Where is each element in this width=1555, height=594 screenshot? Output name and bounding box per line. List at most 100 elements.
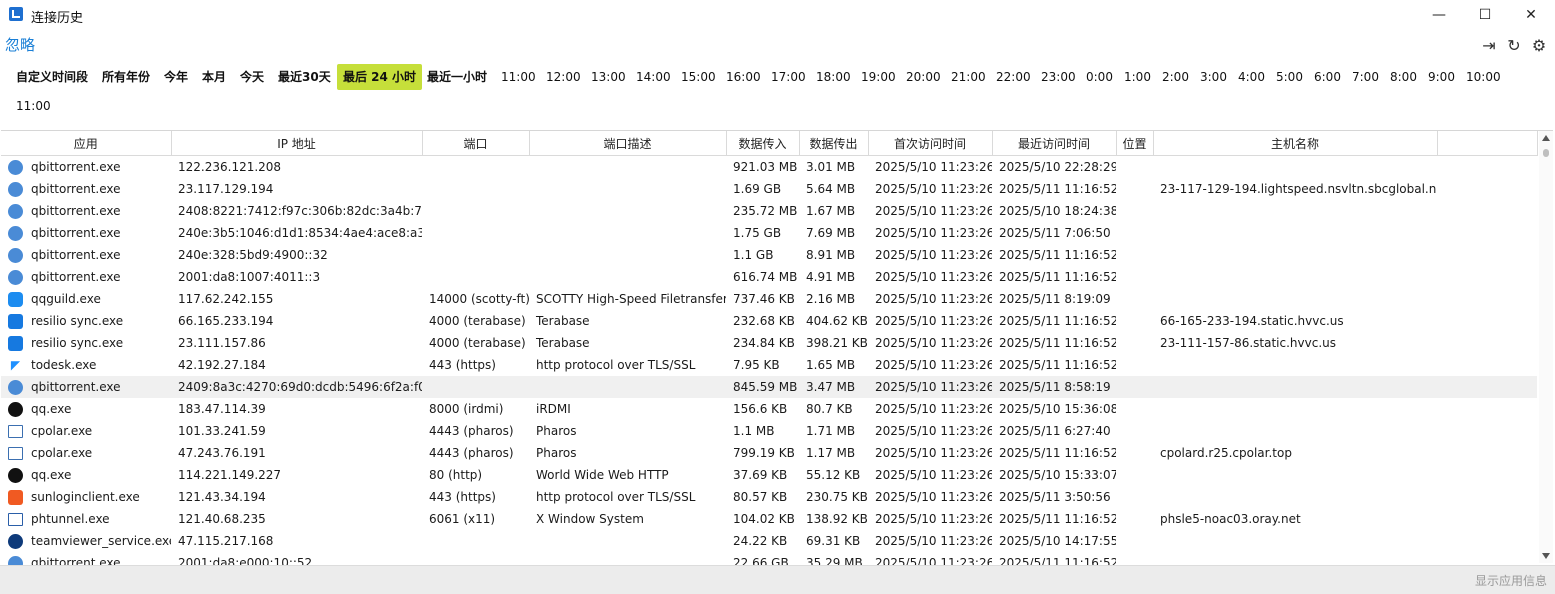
column-header-first-visit[interactable]: 首次访问时间 xyxy=(868,131,993,156)
filter-hour[interactable]: 15:00 xyxy=(675,64,722,90)
first-visit-cell: 2025/5/10 11:23:26 xyxy=(875,204,992,218)
app-cell: qbittorrent.exe xyxy=(1,266,171,288)
table-row[interactable]: qbittorrent.exe 122.236.121.208 921.03 MB 3… xyxy=(1,156,1537,179)
port-cell xyxy=(422,552,529,565)
export-icon[interactable]: ⇥ xyxy=(1480,37,1498,55)
table-row[interactable]: cpolar.exe 47.243.76.191 4443 (pharos) Phar… xyxy=(1,442,1537,464)
filter-hour[interactable]: 12:00 xyxy=(540,64,587,90)
filter-hour[interactable]: 13:00 xyxy=(585,64,632,90)
column-header-port[interactable]: 端口 xyxy=(422,131,530,156)
empty-cell xyxy=(1437,200,1537,222)
scroll-thumb[interactable] xyxy=(1543,149,1549,157)
filter-hour[interactable]: 17:00 xyxy=(765,64,812,90)
app-cell: cpolar.exe xyxy=(1,420,171,442)
column-header-data-in[interactable]: 数据传入 xyxy=(726,131,800,156)
filter-hour[interactable]: 20:00 xyxy=(900,64,947,90)
ip-address-cell: 2408:8221:7412:f97c:306b:82dc:3a4b:754f xyxy=(178,204,422,218)
column-header-last-visit[interactable]: 最近访问时间 xyxy=(992,131,1117,156)
ip-address-cell: 23.111.157.86 xyxy=(178,336,266,350)
filter-hour[interactable]: 23:00 xyxy=(1035,64,1082,90)
table-row[interactable]: resilio sync.exe 66.165.233.194 4000 (tera… xyxy=(1,310,1537,332)
minimize-button[interactable]: — xyxy=(1416,0,1462,30)
filter-last-30-days[interactable]: 最近30天 xyxy=(272,64,337,90)
ignore-link[interactable]: 忽略 xyxy=(5,34,35,55)
empty-cell xyxy=(1437,332,1537,354)
data-in-cell: 799.19 KB xyxy=(733,446,795,460)
minimize-icon: — xyxy=(1432,7,1446,23)
column-header-ip[interactable]: IP 地址 xyxy=(171,131,423,156)
scroll-up-arrow-icon[interactable] xyxy=(1542,135,1550,141)
filter-hour[interactable]: 19:00 xyxy=(855,64,902,90)
column-header-hostname[interactable]: 主机名称 xyxy=(1153,131,1438,156)
data-out-cell: 35.29 MB xyxy=(806,556,863,565)
table-row[interactable]: resilio sync.exe 23.111.157.86 4000 (terab… xyxy=(1,332,1537,354)
filter-hour[interactable]: 18:00 xyxy=(810,64,857,90)
filter-last-hour[interactable]: 最近一小时 xyxy=(421,64,493,90)
first-visit-cell: 2025/5/10 11:23:26 xyxy=(868,376,992,398)
filter-hour[interactable]: 5:00 xyxy=(1270,64,1309,90)
filter-this-month[interactable]: 本月 xyxy=(196,64,232,90)
filter-today[interactable]: 今天 xyxy=(234,64,270,90)
app-cell: ◤ todesk.exe xyxy=(1,354,171,376)
filter-last-24-hours[interactable]: 最后 24 小时 xyxy=(337,64,423,90)
data-in-cell: 104.02 KB xyxy=(733,512,795,526)
show-app-info-link[interactable]: 显示应用信息 xyxy=(1475,572,1547,589)
filter-hour[interactable]: 4:00 xyxy=(1232,64,1271,90)
last-visit-cell: 2025/5/11 7:06:50 xyxy=(999,226,1111,240)
table-row[interactable]: qq.exe 183.47.114.39 8000 (irdmi) iRDMI 156.… xyxy=(1,398,1537,420)
close-button[interactable]: ✕ xyxy=(1508,0,1554,30)
table-row[interactable]: qq.exe 114.221.149.227 80 (http) World Wide… xyxy=(1,464,1537,486)
maximize-button[interactable]: ☐ xyxy=(1462,0,1508,30)
table-row[interactable]: qbittorrent.exe 2001:da8:e000:10::52 22.66… xyxy=(1,552,1537,565)
filter-hour[interactable]: 22:00 xyxy=(990,64,1037,90)
first-visit-cell: 2025/5/10 11:23:26 xyxy=(875,556,992,565)
filter-hour[interactable]: 21:00 xyxy=(945,64,992,90)
table-row[interactable]: qbittorrent.exe 2409:8a3c:4270:69d0:dcdb:… xyxy=(1,376,1537,398)
filter-this-year[interactable]: 今年 xyxy=(158,64,194,90)
table-row[interactable]: teamviewer_service.exe 47.115.217.168 24.2… xyxy=(1,530,1537,552)
table-row[interactable]: qbittorrent.exe 2001:da8:1007:4011::3 616.… xyxy=(1,266,1537,288)
refresh-icon[interactable]: ↻ xyxy=(1505,37,1523,55)
table-row[interactable]: ◤ todesk.exe 42.192.27.184 443 (https) http … xyxy=(1,354,1537,376)
table-row[interactable]: phtunnel.exe 121.40.68.235 6061 (x11) X Win… xyxy=(1,508,1537,530)
vertical-scrollbar[interactable] xyxy=(1539,131,1553,563)
table-row[interactable]: qbittorrent.exe 2408:8221:7412:f97c:306b:… xyxy=(1,200,1537,222)
filter-hour[interactable]: 6:00 xyxy=(1308,64,1347,90)
filter-hour[interactable]: 11:00 xyxy=(495,64,542,90)
first-visit-cell: 2025/5/10 11:23:26 xyxy=(875,534,992,548)
column-header-data-out[interactable]: 数据传出 xyxy=(799,131,869,156)
location-cell xyxy=(1116,266,1153,288)
table-row[interactable]: cpolar.exe 101.33.241.59 4443 (pharos) Phar… xyxy=(1,420,1537,442)
filter-hour[interactable]: 7:00 xyxy=(1346,64,1385,90)
filter-hour[interactable]: 0:00 xyxy=(1080,64,1119,90)
settings-icon[interactable]: ⚙ xyxy=(1530,37,1548,55)
last-visit-cell: 2025/5/10 15:36:08 xyxy=(999,402,1116,416)
filter-hour[interactable]: 11:00 xyxy=(10,93,57,119)
first-visit-cell: 2025/5/10 11:23:26 xyxy=(875,336,992,350)
filter-hour[interactable]: 2:00 xyxy=(1156,64,1195,90)
filter-hour[interactable]: 3:00 xyxy=(1194,64,1233,90)
table-row[interactable]: sunloginclient.exe 121.43.34.194 443 (http… xyxy=(1,486,1537,508)
filter-custom-range[interactable]: 自定义时间段 xyxy=(10,64,94,90)
qbittorrent-icon xyxy=(8,269,23,285)
column-header-app[interactable]: 应用 xyxy=(1,131,172,156)
table-row[interactable]: qqguild.exe 117.62.242.155 14000 (scotty-f… xyxy=(1,288,1537,310)
column-header-location[interactable]: 位置 xyxy=(1116,131,1154,156)
table-row[interactable]: qbittorrent.exe 240e:3b5:1046:d1d1:8534:4… xyxy=(1,222,1537,244)
table-row[interactable]: qbittorrent.exe 23.117.129.194 1.69 GB 5.64… xyxy=(1,178,1537,200)
first-visit-cell: 2025/5/10 11:23:26 xyxy=(875,446,992,460)
empty-cell xyxy=(1437,354,1537,376)
table-row[interactable]: qbittorrent.exe 240e:328:5bd9:4900::32 1.1… xyxy=(1,244,1537,266)
column-header-port-desc[interactable]: 端口描述 xyxy=(529,131,727,156)
filter-hour[interactable]: 16:00 xyxy=(720,64,767,90)
filter-hour[interactable]: 10:00 xyxy=(1460,64,1507,90)
filter-hour[interactable]: 14:00 xyxy=(630,64,677,90)
empty-cell xyxy=(1437,376,1537,398)
filter-hour[interactable]: 9:00 xyxy=(1422,64,1461,90)
app-name: qqguild.exe xyxy=(31,292,101,306)
filter-hour[interactable]: 8:00 xyxy=(1384,64,1423,90)
scroll-down-arrow-icon[interactable] xyxy=(1542,553,1550,559)
filter-hour[interactable]: 1:00 xyxy=(1118,64,1157,90)
app-name: sunloginclient.exe xyxy=(31,490,140,504)
filter-all-years[interactable]: 所有年份 xyxy=(96,64,156,90)
